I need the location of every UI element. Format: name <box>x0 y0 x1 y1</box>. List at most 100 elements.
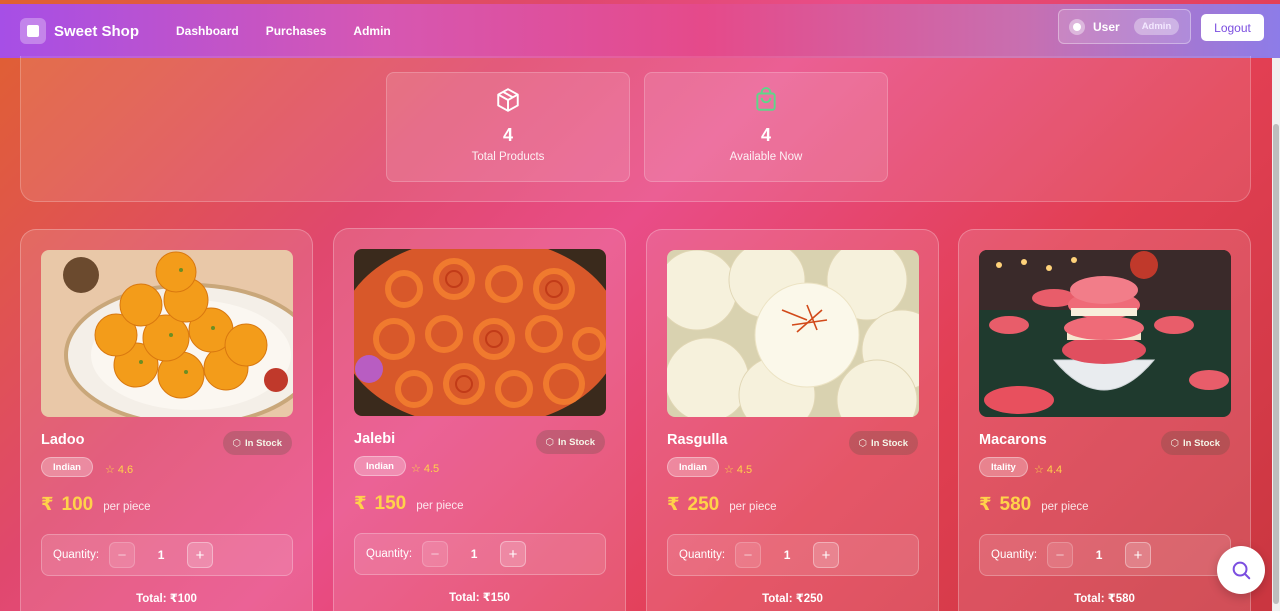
total-price: Total: ₹250 <box>762 593 823 605</box>
currency-symbol: ₹ <box>354 493 367 513</box>
stock-label: In Stock <box>871 437 908 449</box>
nav-admin[interactable]: Admin <box>353 24 390 38</box>
decrease-quantity-button[interactable]: − <box>422 541 449 567</box>
quantity-label: Quantity: <box>679 549 726 561</box>
product-name: Ladoo <box>41 432 85 448</box>
total-price: Total: ₹100 <box>136 593 197 605</box>
quantity-stepper: Quantity: − 1 + <box>354 533 606 575</box>
stat-value: 4 <box>502 125 513 145</box>
product-card-jalebi: Jalebi ⬡ In Stock Indian ☆ 4.5 ₹ 150 per p… <box>333 228 626 611</box>
increase-quantity-button[interactable]: + <box>500 541 527 567</box>
total-price: Total: ₹580 <box>1074 593 1135 605</box>
product-card-rasgulla: Rasgulla ⬡ In Stock Indian ☆ 4.5 ₹ 250 per… <box>646 229 939 611</box>
currency-symbol: ₹ <box>41 494 54 514</box>
price-amount: 580 <box>999 494 1032 515</box>
stock-label: In Stock <box>245 437 282 449</box>
product-name: Rasgulla <box>667 432 728 448</box>
quantity-label: Quantity: <box>991 549 1038 561</box>
star-icon: ☆ <box>411 463 421 475</box>
category-badge: Itality <box>979 457 1028 477</box>
logout-button[interactable]: Logout <box>1201 14 1264 41</box>
rating: ☆ 4.6 <box>105 463 134 477</box>
cube-icon: ⬡ <box>545 436 555 448</box>
quantity-value: 1 <box>1095 548 1103 562</box>
stock-label: In Stock <box>1183 437 1220 449</box>
stat-available-now: 4 Available Now <box>644 72 888 182</box>
stock-label: In Stock <box>558 436 595 448</box>
quantity-label: Quantity: <box>53 549 100 561</box>
floating-search-button[interactable] <box>1217 546 1265 594</box>
rating-value: 4.5 <box>736 463 753 476</box>
decrease-quantity-button[interactable]: − <box>735 542 762 568</box>
product-card-macarons: Macarons ⬡ In Stock Itality ☆ 4.4 ₹ 580 pe… <box>958 229 1251 611</box>
shop-logo-icon <box>20 18 46 44</box>
scrollbar-thumb[interactable] <box>1273 124 1279 604</box>
rating-value: 4.5 <box>423 462 440 475</box>
star-icon: ☆ <box>1034 464 1044 476</box>
stat-total-products: 4 Total Products <box>386 72 630 182</box>
price: ₹ 100 per piece <box>41 494 151 516</box>
rating: ☆ 4.4 <box>1034 463 1063 477</box>
rating: ☆ 4.5 <box>411 462 440 476</box>
currency-symbol: ₹ <box>667 494 680 514</box>
quantity-value: 1 <box>470 547 478 561</box>
product-image <box>354 249 606 416</box>
price: ₹ 580 per piece <box>979 494 1089 516</box>
package-icon <box>387 87 629 115</box>
category-badge: Indian <box>667 457 719 477</box>
stock-badge: ⬡ In Stock <box>222 431 292 455</box>
quantity-stepper: Quantity: − 1 + <box>667 534 919 576</box>
category-badge: Indian <box>41 457 93 477</box>
rating-value: 4.4 <box>1046 463 1063 476</box>
brand-name: Sweet Shop <box>54 22 140 40</box>
price-amount: 100 <box>61 494 94 515</box>
product-name: Jalebi <box>354 431 396 447</box>
currency-symbol: ₹ <box>979 494 992 514</box>
product-card-ladoo: Ladoo ⬡ In Stock Indian ☆ 4.6 ₹ 100 per pi… <box>20 229 313 611</box>
price-unit: per piece <box>1041 501 1089 513</box>
quantity-value: 1 <box>783 548 791 562</box>
product-name: Macarons <box>979 432 1047 448</box>
price-unit: per piece <box>416 500 464 512</box>
cube-icon: ⬡ <box>1170 437 1180 449</box>
search-icon <box>1232 561 1251 580</box>
quantity-label: Quantity: <box>366 548 413 560</box>
increase-quantity-button[interactable]: + <box>813 542 840 568</box>
cube-icon: ⬡ <box>232 437 242 449</box>
star-icon: ☆ <box>105 464 115 476</box>
stat-label: Total Products <box>471 151 545 163</box>
decrease-quantity-button[interactable]: − <box>1047 542 1074 568</box>
stock-badge: ⬡ In Stock <box>848 431 918 455</box>
stock-badge: ⬡ In Stock <box>535 430 605 454</box>
price-unit: per piece <box>103 501 151 513</box>
stat-value: 4 <box>760 125 771 145</box>
price: ₹ 150 per piece <box>354 493 464 515</box>
price-unit: per piece <box>729 501 777 513</box>
quantity-value: 1 <box>157 548 165 562</box>
rating-value: 4.6 <box>117 463 134 476</box>
brand[interactable]: Sweet Shop <box>20 18 139 44</box>
stats-panel: 4 Total Products 4 Available Now <box>20 56 1251 202</box>
cube-icon: ⬡ <box>858 437 868 449</box>
page-scrollbar[interactable] <box>1272 58 1280 611</box>
quantity-stepper: Quantity: − 1 + <box>41 534 293 576</box>
nav-dashboard[interactable]: Dashboard <box>176 24 239 38</box>
product-image <box>979 250 1231 417</box>
product-image <box>41 250 293 417</box>
stock-badge: ⬡ In Stock <box>1160 431 1230 455</box>
user-avatar-icon <box>1069 18 1085 35</box>
increase-quantity-button[interactable]: + <box>187 542 214 568</box>
price-amount: 150 <box>374 493 407 514</box>
nav-purchases[interactable]: Purchases <box>266 24 327 38</box>
user-menu[interactable]: User Admin <box>1058 9 1191 44</box>
decrease-quantity-button[interactable]: − <box>109 542 136 568</box>
user-name: User <box>1093 19 1120 34</box>
quantity-stepper: Quantity: − 1 + <box>979 534 1231 576</box>
increase-quantity-button[interactable]: + <box>1125 542 1152 568</box>
rating: ☆ 4.5 <box>724 463 753 477</box>
total-price: Total: ₹150 <box>449 592 510 604</box>
category-badge: Indian <box>354 456 406 476</box>
shopping-bag-icon <box>645 87 887 115</box>
star-icon: ☆ <box>724 464 734 476</box>
role-badge: Admin <box>1133 18 1180 35</box>
